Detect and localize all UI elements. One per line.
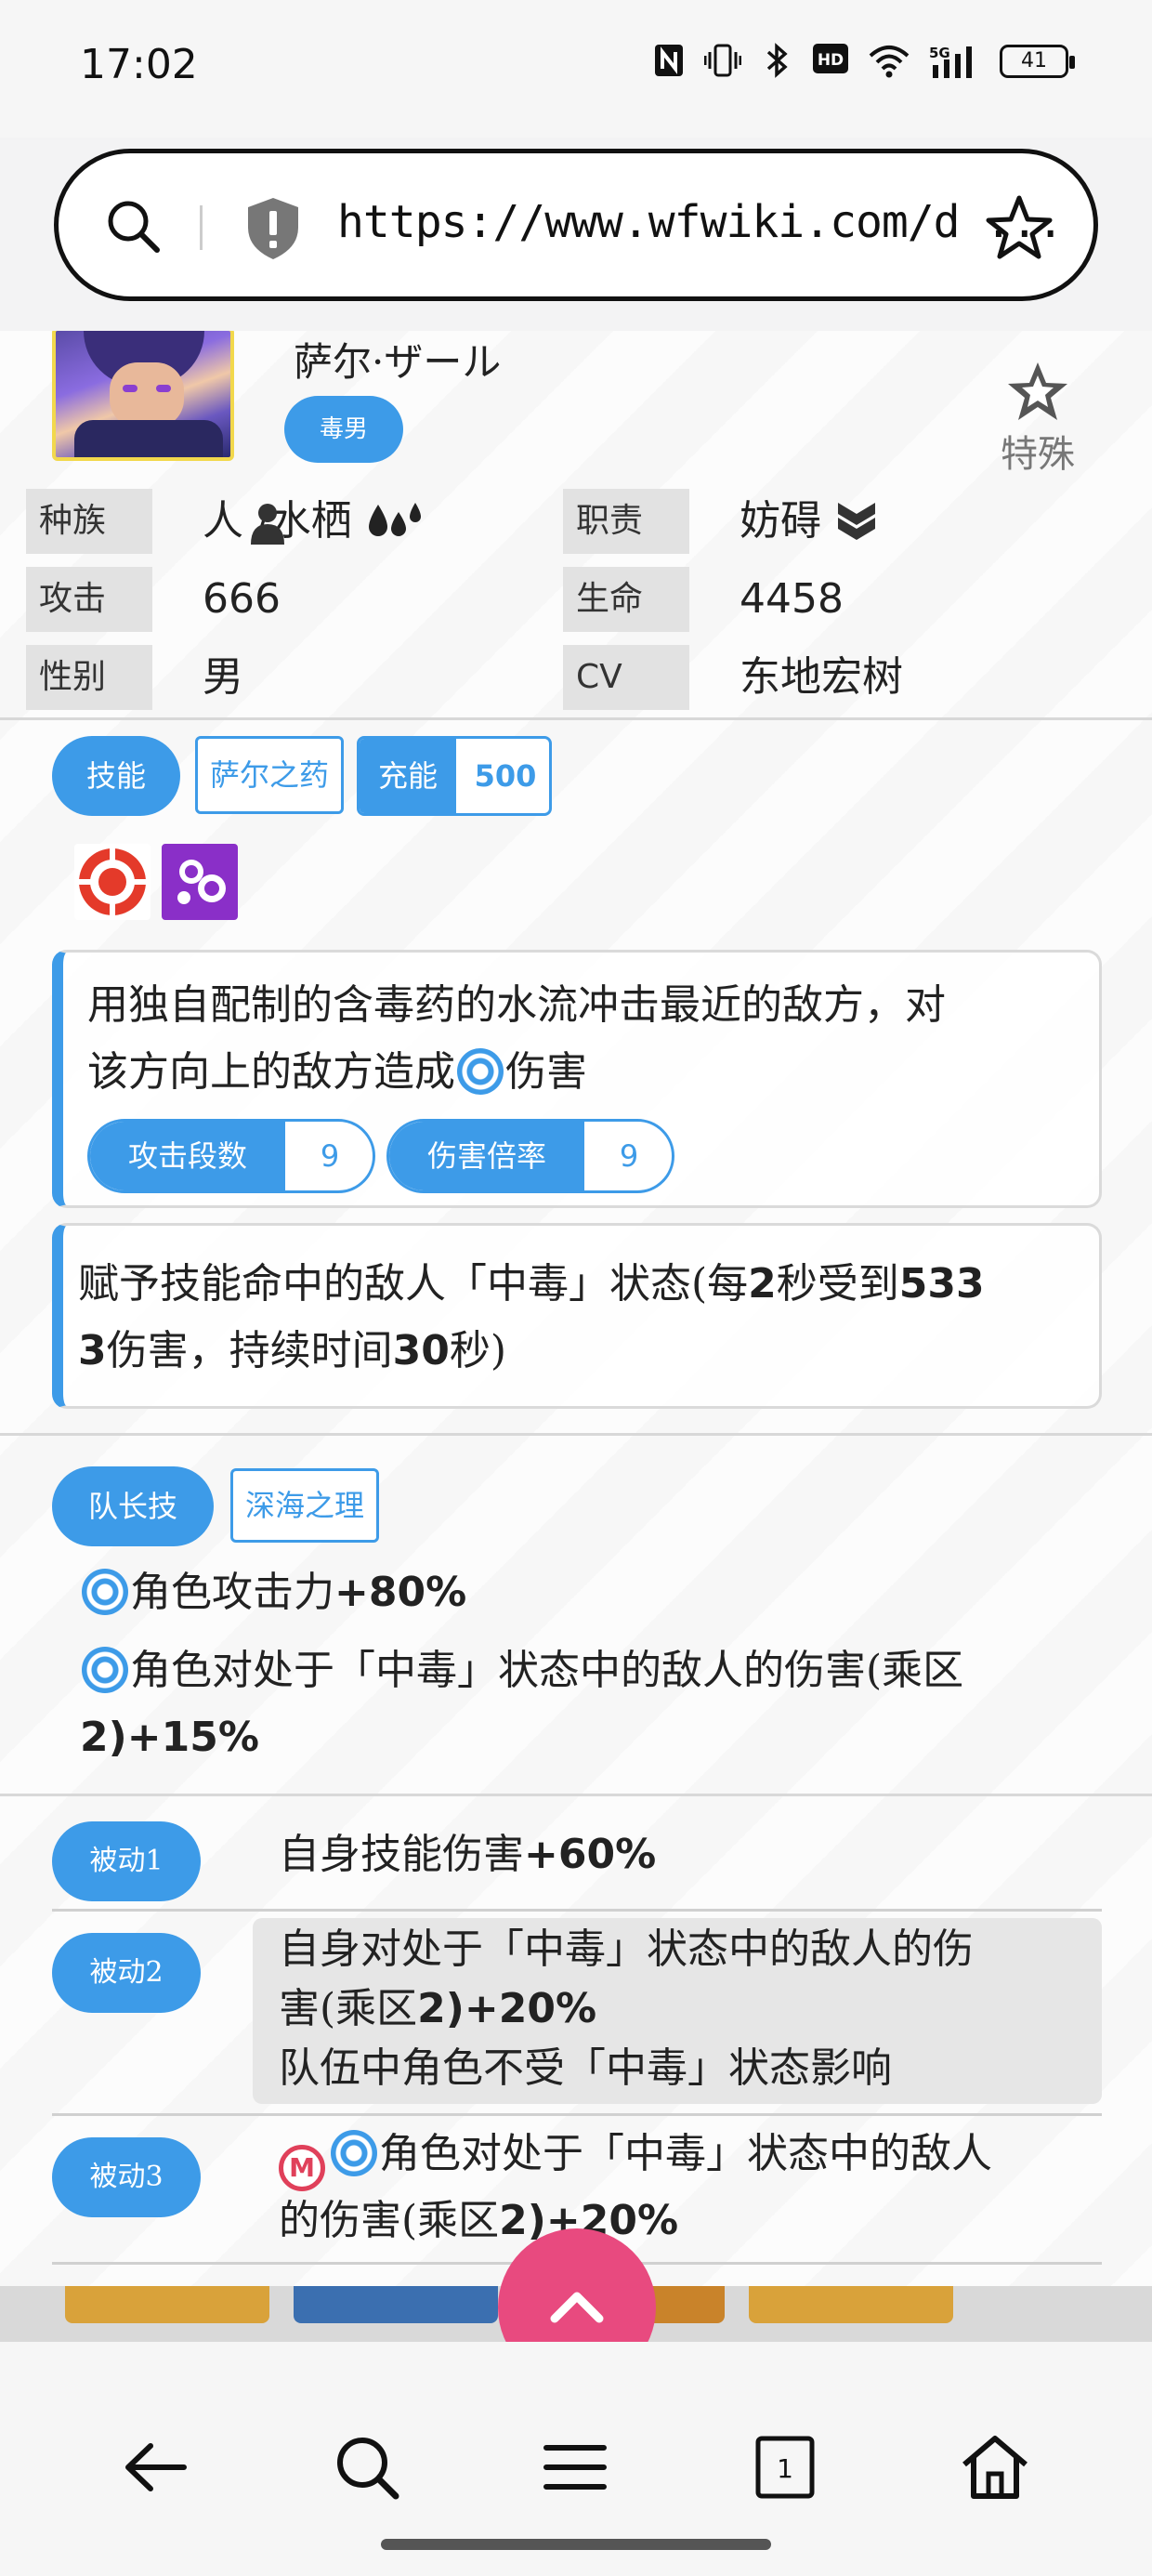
damage-ring-icon [82,1647,128,1693]
damage-ring-icon [82,1569,128,1615]
chevron-down-double-icon [838,503,875,540]
nfc-icon [652,43,686,80]
row-divider [52,2113,1102,2116]
stat-value: 妨碍 [740,489,879,554]
status-icons: HD 5G 41 [652,43,1075,80]
home-icon[interactable] [953,2425,1037,2509]
battery-indicator: 41 [1000,45,1075,78]
passive-3-text: M 角色对处于「中毒」状态中的敌人 的伤害(乘区2)+20% [279,2130,992,2244]
address-bar[interactable]: https://www.wfwiki.com/d ... [54,149,1098,301]
hits-value: 9 [320,1138,340,1174]
stat-role: 职责 妨碍 [563,489,1120,554]
shield-icon[interactable] [244,196,302,261]
leader-line-1: 角色攻击力+80% [80,1559,1093,1626]
rarity-badge: 特殊 [987,359,1089,478]
multiplier-badge: 伤害倍率 9 [386,1119,674,1193]
bookmark-star-icon[interactable] [986,194,1053,261]
damage-ring-icon [331,2130,377,2176]
passive-1-pill[interactable]: 被动1 [52,1821,201,1901]
passive-2-text: 自身对处于「中毒」状态中的敌人的伤 害(乘区2)+20% 队伍中角色不受「中毒」… [279,1925,974,2092]
search-icon[interactable] [105,198,161,254]
menu-icon[interactable] [533,2425,617,2509]
section-divider [0,717,1152,720]
target-icon[interactable] [74,844,151,920]
section-divider [0,1794,1152,1796]
url-text[interactable]: https://www.wfwiki.com/d ... [337,196,1064,248]
charge-value: 500 [474,758,537,794]
stat-race: 种族 人 /水栖 [26,489,565,554]
rarity-label: 特殊 [1001,433,1075,476]
chevron-up-icon [550,2292,604,2323]
tabs-icon[interactable]: 1 [743,2425,827,2509]
stat-value: 人 /水栖 [203,489,425,554]
home-indicator[interactable] [381,2539,771,2550]
passive-1-text: 自身技能伤害+60% [279,1831,657,1878]
leader-skill-pill[interactable]: 队长技 [52,1466,214,1546]
section-divider [0,1433,1152,1436]
search-icon[interactable] [325,2425,409,2509]
passive-3-pill[interactable]: 被动3 [52,2137,201,2217]
character-card: 萨尔·ザール 毒男 特殊 种族 人 /水栖 职责 妨碍 攻击 666 生命 44… [0,331,1152,2288]
vibrate-icon [703,43,742,80]
stat-value: 666 [203,575,281,623]
character-name: 萨尔·ザール [294,339,502,385]
stat-label: 种族 [26,489,184,554]
page-content: 萨尔·ザール 毒男 特殊 种族 人 /水栖 职责 妨碍 攻击 666 生命 44… [0,331,1152,2288]
stat-cv: CV 东地宏树 [563,645,1120,710]
person-icon [251,504,284,545]
leader-skill-name-tag[interactable]: 深海之理 [230,1468,379,1543]
signal-5g-icon: 5G [929,43,981,80]
character-tag[interactable]: 毒男 [284,396,403,463]
leader-line-2: 角色对处于「中毒」状态中的敌人的伤害(乘区 2)+15% [80,1647,964,1761]
skill-pill[interactable]: 技能 [52,736,180,816]
stat-value: 4458 [740,575,844,623]
stat-label: CV [563,645,721,710]
charge-badge: 充能 500 [357,736,552,816]
hits-label: 攻击段数 [90,1122,285,1190]
svg-text:1: 1 [777,2453,793,2484]
gallery-thumb[interactable] [294,2286,498,2323]
stat-value: 男 [203,653,243,701]
svg-text:5G: 5G [929,45,950,61]
stat-label: 性别 [26,645,184,710]
character-avatar[interactable] [52,331,234,461]
stat-label: 生命 [563,567,721,632]
multiplier-value: 9 [619,1138,639,1174]
rarity-star-icon [1008,362,1067,420]
stat-label: 攻击 [26,567,184,632]
gallery-thumb[interactable] [749,2286,953,2323]
skill-desc-2: 赋予技能命中的敌人「中毒」状态(每2秒受到533 3伤害，持续时间30秒) [78,1260,985,1374]
stat-value[interactable]: 东地宏树 [740,645,903,710]
back-arrow-icon[interactable] [115,2425,199,2509]
status-time: 17:02 [80,41,198,88]
hits-badge: 攻击段数 9 [87,1119,375,1193]
hd-icon: HD [812,43,849,80]
poison-bubble-icon[interactable] [162,844,238,920]
address-separator [200,205,203,250]
row-divider [52,1909,1102,1912]
skill-desc-1: 用独自配制的含毒药的水流冲击最近的敌方，对 该方向上的敌方造成 伤害 [87,981,946,1096]
status-bar: 17:02 HD 5G 41 [0,0,1152,138]
passive-2-pill[interactable]: 被动2 [52,1933,201,2013]
damage-ring-icon [457,1048,504,1095]
stat-gender: 性别 男 [26,645,565,710]
stat-attack: 攻击 666 [26,567,565,632]
stat-hp: 生命 4458 [563,567,1120,632]
multiplier-label: 伤害倍率 [389,1122,584,1190]
wifi-icon [868,43,910,80]
bluetooth-icon [760,43,793,80]
stat-label: 职责 [563,489,721,554]
skill-name-tag[interactable]: 萨尔之药 [195,736,344,814]
gallery-thumb[interactable] [65,2286,269,2323]
charge-label: 充能 [360,739,456,813]
svg-text:HD: HD [818,51,844,70]
water-drop-icon [368,503,421,536]
m-ring-icon: M [279,2145,325,2191]
